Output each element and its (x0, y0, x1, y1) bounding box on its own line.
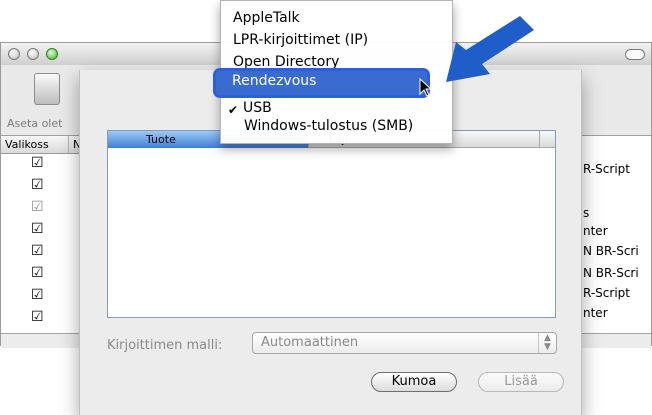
in-menu-checkbox[interactable]: ☑ (31, 310, 45, 324)
make-default-button-label[interactable]: Aseta olet (7, 117, 62, 130)
checkmark-icon: ✔ (228, 103, 239, 117)
in-menu-checkbox[interactable]: ☑ (31, 178, 45, 192)
printer-kind-cell: R-Script (583, 162, 630, 176)
printer-kind-cell: nter (583, 224, 608, 238)
annotation-arrow-icon (446, 16, 534, 82)
printer-model-label: Kirjoittimen malli: (107, 338, 223, 353)
menu-item-lpr[interactable]: LPR-kirjoittimet (IP) (233, 32, 368, 48)
in-menu-checkbox[interactable]: ☑ (31, 222, 45, 236)
mouse-pointer-icon (419, 78, 433, 97)
updown-arrows-icon: ▲ ▼ (538, 333, 556, 353)
menu-item-appletalk[interactable]: AppleTalk (233, 10, 300, 26)
column-header-in-menu[interactable]: Valikoss (1, 136, 69, 154)
printer-model-select[interactable]: Automaattinen ▲ ▼ (252, 332, 557, 354)
in-menu-checkbox[interactable]: ☑ (31, 156, 45, 170)
printer-icon[interactable] (34, 73, 60, 105)
toolbar-toggle-button[interactable] (625, 49, 645, 60)
printer-kind-cell: s (583, 206, 590, 220)
printer-kind-cell: nter (583, 306, 608, 320)
printer-browser-table: Tuote Laji (107, 130, 556, 318)
close-window-button[interactable] (8, 48, 20, 60)
column-header-spacer (540, 131, 555, 148)
menu-item-rendezvous[interactable]: Rendezvous (232, 73, 316, 89)
add-button[interactable]: Lisää (478, 372, 564, 392)
menu-item-usb[interactable]: USB (243, 100, 272, 112)
in-menu-checkbox[interactable]: ☑ (31, 244, 45, 258)
in-menu-checkbox[interactable]: ☑ (31, 200, 45, 214)
minimize-window-button[interactable] (27, 48, 39, 60)
printer-kind-cell: N BR-Scri (583, 266, 639, 280)
in-menu-checkbox[interactable]: ☑ (31, 288, 45, 302)
cancel-button[interactable]: Kumoa (371, 372, 457, 392)
printer-kind-cell: N BR-Scri (583, 244, 639, 258)
printer-model-value: Automaattinen (261, 335, 359, 350)
printer-kind-cell: R-Script (583, 286, 630, 300)
zoom-window-button[interactable] (46, 48, 58, 60)
menu-item-windows-smb[interactable]: Windows-tulostus (SMB) (244, 118, 413, 134)
in-menu-checkbox[interactable]: ☑ (31, 266, 45, 280)
